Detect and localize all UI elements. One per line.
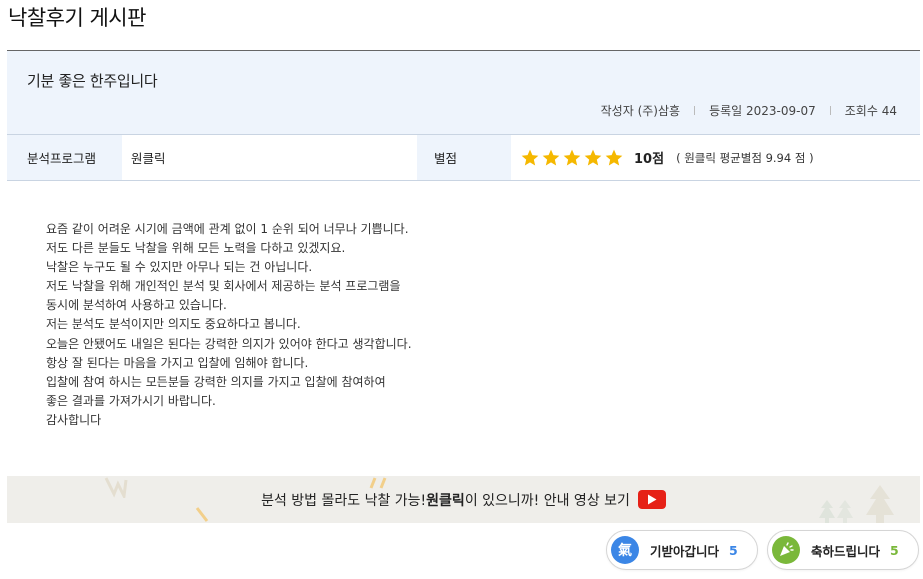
post-meta: 작성자 (주)삼흥 등록일 2023-09-07 조회수 44 <box>601 102 897 119</box>
program-label: 분석프로그램 <box>7 135 122 180</box>
reaction-label: 기받아갑니다 <box>650 543 720 559</box>
rating-score: 10점 <box>634 152 665 167</box>
meta-divider <box>829 106 831 115</box>
date-label: 등록일 <box>709 104 743 118</box>
program-value: 원클릭 <box>131 151 166 166</box>
rating: 10점 ( 원클릭 평균별점 9.94 점 ) <box>520 135 814 180</box>
reaction-ki-button[interactable]: 氣 기받아갑니다 5 <box>606 530 758 570</box>
post-info-row: 분석프로그램 원클릭 별점 10점 ( 원클릭 평균별점 9.94 점 ) <box>7 134 920 181</box>
star-icon <box>604 148 624 168</box>
reaction-congrats-button[interactable]: 축하드립니다 5 <box>767 530 919 570</box>
content-line: 저도 낙찰을 위해 개인적인 분석 및 회사에서 제공하는 분석 프로그램을 <box>46 279 401 294</box>
board-title: 낙찰후기 게시판 <box>8 6 146 30</box>
content-line: 좋은 결과를 가져가시기 바랍니다. <box>46 393 216 408</box>
post-title: 기분 좋은 한주입니다 <box>27 72 158 90</box>
star-icon <box>520 148 540 168</box>
meta-divider <box>694 106 696 115</box>
post-content: 요즘 같이 어려운 시기에 금액에 관계 없이 1 순위 되어 너무나 기쁩니다… <box>46 220 412 430</box>
content-line: 오늘은 안됐어도 내일은 된다는 강력한 의지가 있어야 한다고 생각합니다. <box>46 336 412 351</box>
views-label: 조회수 <box>844 104 878 118</box>
banner-text-bold: 원클릭 <box>426 492 465 509</box>
rating-average: ( 원클릭 평균별점 9.94 점 ) <box>676 150 814 165</box>
views-value: 44 <box>881 103 897 118</box>
reaction-count: 5 <box>729 542 738 558</box>
date-value: 2023-09-07 <box>746 103 816 118</box>
star-icon <box>562 148 582 168</box>
reaction-label: 축하드립니다 <box>811 543 881 559</box>
content-line: 동시에 분석하여 사용하고 있습니다. <box>46 298 227 313</box>
rating-stars <box>520 148 624 168</box>
party-popper-icon <box>772 536 800 564</box>
post-header: 기분 좋은 한주입니다 작성자 (주)삼흥 등록일 2023-09-07 조회수… <box>7 50 920 134</box>
star-icon <box>583 148 603 168</box>
content-line: 감사합니다 <box>46 412 102 427</box>
banner-text-after: 이 있으니까! 안내 영상 보기 <box>464 492 630 509</box>
author-label: 작성자 <box>600 104 634 118</box>
star-icon <box>541 148 561 168</box>
reaction-count: 5 <box>890 542 899 558</box>
promo-banner[interactable]: 분석 방법 몰라도 낙찰 가능! 원클릭 이 있으니까! 안내 영상 보기 <box>7 476 920 523</box>
content-line: 저도 다른 분들도 낙찰을 위해 모든 노력을 다하고 있겠지요. <box>46 241 346 256</box>
author-value: (주)삼흥 <box>637 104 681 118</box>
content-line: 낙찰은 누구도 될 수 있지만 아무나 되는 건 아닙니다. <box>46 260 313 275</box>
youtube-play-icon[interactable] <box>637 490 666 509</box>
content-line: 항상 잘 된다는 마음을 가지고 입찰에 임해야 합니다. <box>46 355 309 370</box>
content-line: 요즘 같이 어려운 시기에 금액에 관계 없이 1 순위 되어 너무나 기쁩니다… <box>46 222 409 236</box>
content-line: 입찰에 참여 하시는 모든분들 강력한 의지를 가지고 입찰에 참여하여 <box>46 374 386 389</box>
ki-icon: 氣 <box>611 536 639 564</box>
banner-text-before: 분석 방법 몰라도 낙찰 가능! <box>261 492 427 509</box>
content-line: 저는 분석도 분석이지만 의지도 중요하다고 봅니다. <box>46 317 301 332</box>
banner-text: 분석 방법 몰라도 낙찰 가능! 원클릭 이 있으니까! 안내 영상 보기 <box>7 476 920 523</box>
rating-label: 별점 <box>417 135 511 180</box>
